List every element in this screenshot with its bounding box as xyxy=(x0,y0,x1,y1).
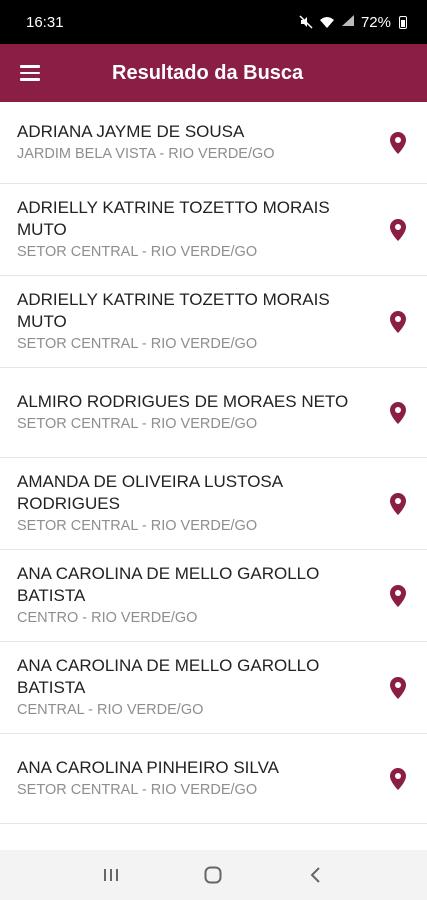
item-name: ALMIRO RODRIGUES DE MORAES NETO xyxy=(17,392,349,411)
location-pin-icon[interactable] xyxy=(390,584,406,607)
recent-apps-icon xyxy=(104,869,119,881)
battery-icon xyxy=(399,15,407,29)
item-name: ADRIANA JAYME DE SOUSA xyxy=(17,122,245,141)
item-location: SETOR CENTRAL - RIO VERDE/GO xyxy=(17,336,258,352)
list-item[interactable]: ANA CAROLINA DE MELLO GAROLLO BATISTA CE… xyxy=(0,550,427,642)
item-location: SETOR CENTRAL - RIO VERDE/GO xyxy=(17,416,258,432)
list-item[interactable]: ANA CAROLINA DE MELLO GAROLLO BATISTA CE… xyxy=(0,642,427,734)
item-name: ANA CAROLINA DE MELLO GAROLLO xyxy=(17,564,320,583)
location-pin-icon[interactable] xyxy=(390,767,406,790)
item-location: JARDIM BELA VISTA - RIO VERDE/GO xyxy=(17,146,275,162)
item-name-cont: RODRIGUES xyxy=(17,494,120,513)
item-name-cont: MUTO xyxy=(17,220,67,239)
recent-apps-button[interactable] xyxy=(91,855,131,895)
menu-button[interactable] xyxy=(0,44,60,102)
item-name: AMANDA DE OLIVEIRA LUSTOSA xyxy=(17,472,284,491)
location-pin-icon[interactable] xyxy=(390,676,406,699)
location-pin-icon[interactable] xyxy=(390,218,406,241)
item-location: CENTRO - RIO VERDE/GO xyxy=(17,610,198,626)
item-location: SETOR CENTRAL - RIO VERDE/GO xyxy=(17,782,258,798)
location-pin-icon[interactable] xyxy=(390,310,406,333)
list-item[interactable]: AMANDA DE OLIVEIRA LUSTOSA RODRIGUES SET… xyxy=(0,458,427,550)
item-location: CENTRAL - RIO VERDE/GO xyxy=(17,702,204,718)
list-item[interactable]: ALMIRO RODRIGUES DE MORAES NETO SETOR CE… xyxy=(0,368,427,458)
list-item[interactable]: ANA CAROLINA PINHEIRO SILVA SETOR CENTRA… xyxy=(0,734,427,824)
signal-icon xyxy=(341,14,355,30)
item-name: ANA CAROLINA PINHEIRO SILVA xyxy=(17,758,280,777)
status-icons: 72% xyxy=(299,14,407,31)
status-bar: 16:31 72% xyxy=(0,0,427,44)
location-pin-icon[interactable] xyxy=(390,492,406,515)
list-item[interactable]: ADRIELLY KATRINE TOZETTO MORAIS MUTO SET… xyxy=(0,184,427,276)
location-pin-icon[interactable] xyxy=(390,131,406,154)
app-bar: Resultado da Busca xyxy=(0,44,427,102)
item-location: SETOR CENTRAL - RIO VERDE/GO xyxy=(17,244,258,260)
status-time: 16:31 xyxy=(26,13,64,31)
list-item[interactable]: ADRIANA JAYME DE SOUSA JARDIM BELA VISTA… xyxy=(0,102,427,184)
list-item[interactable]: ADRIELLY KATRINE TOZETTO MORAIS MUTO SET… xyxy=(0,276,427,368)
item-name-cont: BATISTA xyxy=(17,678,86,697)
results-list[interactable]: ADRIANA JAYME DE SOUSA JARDIM BELA VISTA… xyxy=(0,102,427,850)
item-name: ADRIELLY KATRINE TOZETTO MORAIS xyxy=(17,198,330,217)
home-button[interactable] xyxy=(193,855,233,895)
system-nav-bar xyxy=(0,850,427,900)
hamburger-icon xyxy=(20,65,40,68)
back-button[interactable] xyxy=(296,855,336,895)
item-name: ADRIELLY KATRINE TOZETTO MORAIS xyxy=(17,290,330,309)
item-name-cont: BATISTA xyxy=(17,586,86,605)
item-name-cont: MUTO xyxy=(17,312,67,331)
home-icon xyxy=(204,866,222,884)
back-icon xyxy=(310,867,320,883)
location-pin-icon[interactable] xyxy=(390,401,406,424)
page-title: Resultado da Busca xyxy=(112,61,304,84)
item-name: ANA CAROLINA DE MELLO GAROLLO xyxy=(17,656,320,675)
wifi-icon xyxy=(319,16,334,28)
battery-percent: 72% xyxy=(360,13,391,31)
item-location: SETOR CENTRAL - RIO VERDE/GO xyxy=(17,518,258,534)
mute-icon xyxy=(299,15,313,29)
